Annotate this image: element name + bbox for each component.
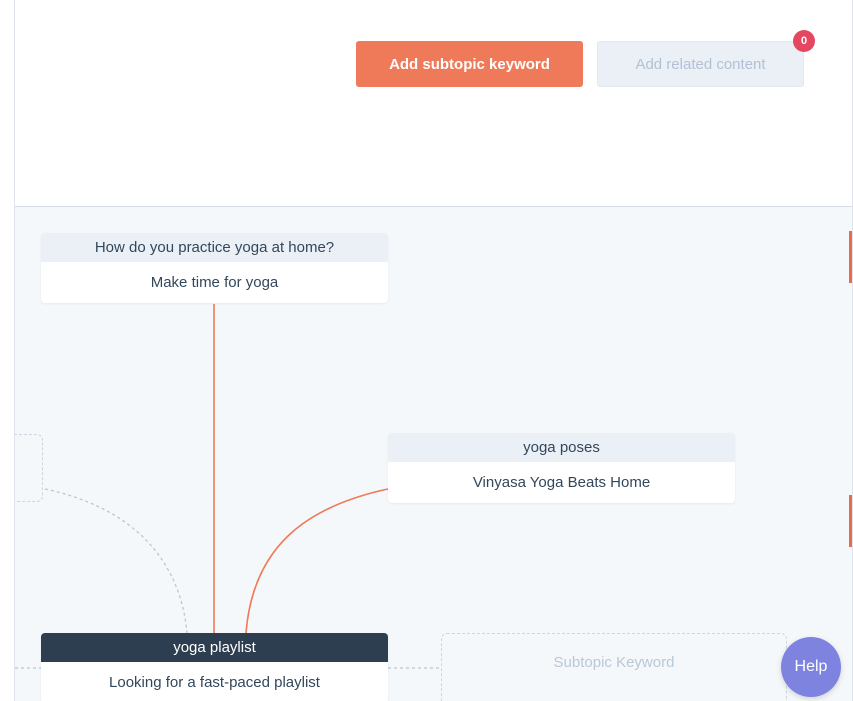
offscreen-subtopic-placeholder[interactable]: [15, 434, 43, 502]
subtopic-keyword: How do you practice yoga at home?: [41, 233, 388, 262]
subtopic-content-title: Make time for yoga: [150, 274, 279, 291]
add-subtopic-keyword-button[interactable]: Add subtopic keyword: [356, 41, 583, 87]
subtopic-card-home[interactable]: How do you practice yoga at home? Make t…: [41, 233, 388, 303]
help-button[interactable]: Help: [781, 637, 841, 697]
cluster-canvas[interactable]: How do you practice yoga at home? Make t…: [15, 207, 852, 701]
subtopic-keyword: yoga poses: [388, 433, 735, 462]
pillar-card[interactable]: yoga playlist Looking for a fast-paced p…: [41, 633, 388, 701]
link-line-poses: [245, 488, 389, 634]
topic-cluster-panel: Add subtopic keyword Add related content…: [14, 0, 853, 701]
subtopic-card-poses[interactable]: yoga poses Vinyasa Yoga Beats Home: [388, 433, 735, 503]
placeholder-label: Subtopic Keyword: [553, 654, 675, 671]
pillar-keyword: yoga playlist: [41, 633, 388, 662]
related-content-count-badge: 0: [793, 30, 815, 52]
pillar-content-title: Looking for a fast-paced playlist: [109, 674, 320, 691]
toolbar: Add subtopic keyword Add related content…: [15, 0, 852, 207]
subtopic-content-title: Vinyasa Yoga Beats Home: [472, 474, 651, 491]
subtopic-keyword-placeholder[interactable]: Subtopic Keyword: [441, 633, 787, 701]
dashed-connector: [44, 488, 188, 634]
add-related-content-button[interactable]: Add related content: [597, 41, 804, 87]
